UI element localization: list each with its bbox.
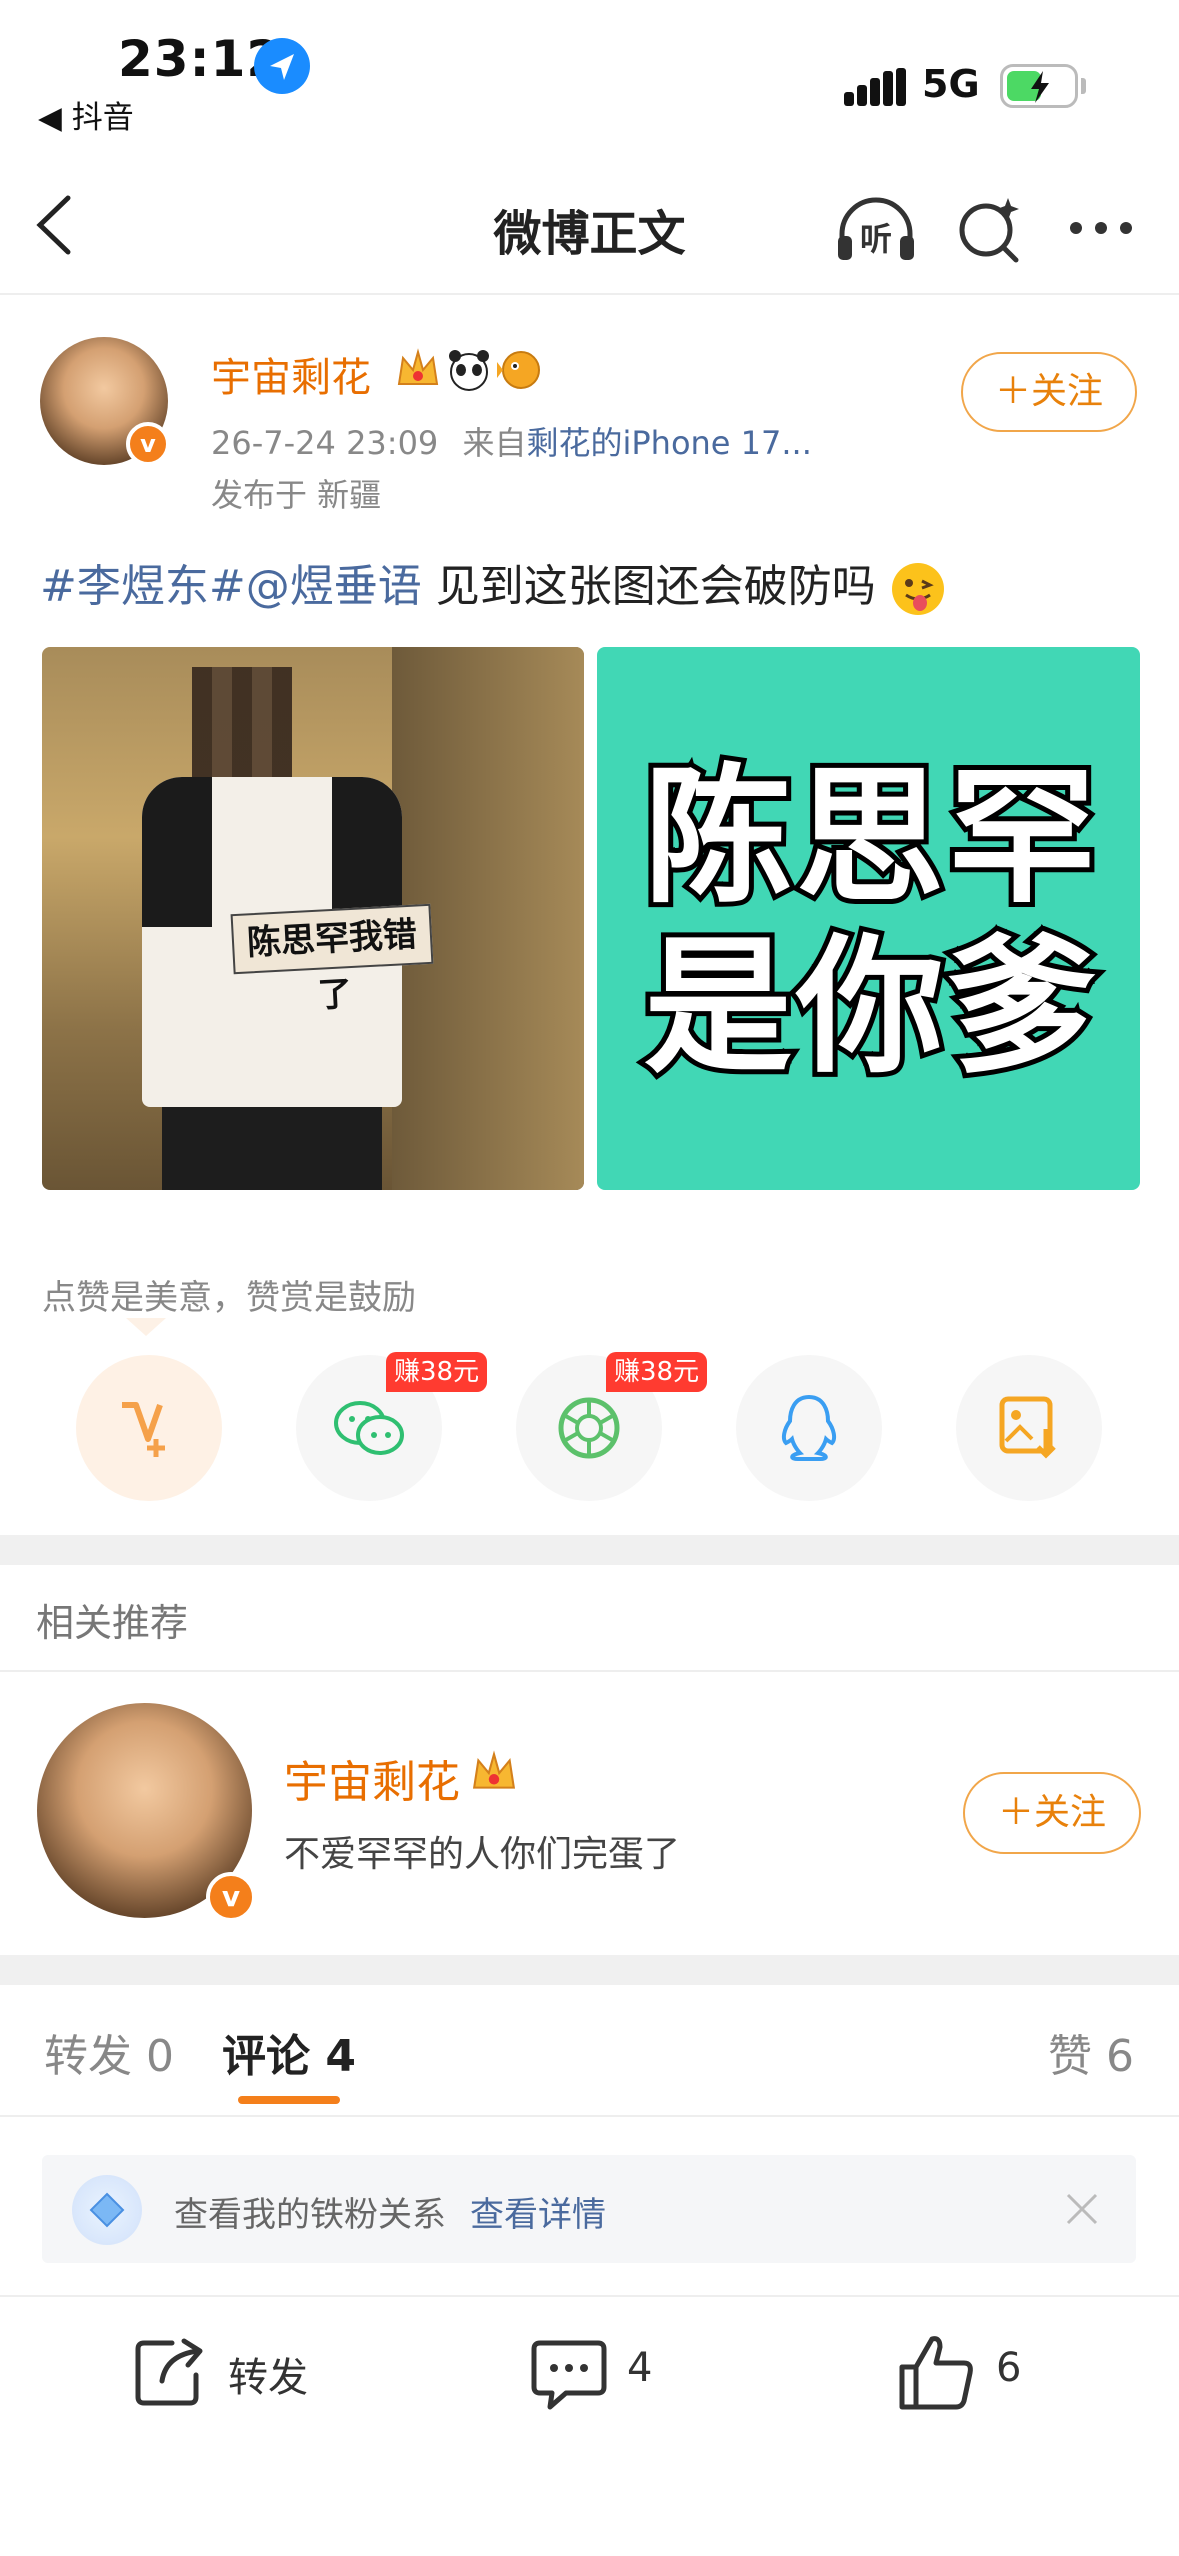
reward-button[interactable] — [76, 1355, 222, 1501]
panda-icon — [446, 348, 492, 396]
verified-badge-icon: v — [126, 422, 170, 466]
reward-prompt: 点赞是美意，赞赏是鼓励 — [42, 1278, 416, 1318]
related-follow-button[interactable]: ＋关注 — [963, 1772, 1141, 1854]
post-location: 发布于 新疆 — [211, 476, 382, 514]
share-qq-button[interactable] — [736, 1355, 882, 1501]
divider — [0, 2115, 1179, 2117]
tab-likes[interactable]: 赞 6 — [1048, 2020, 1134, 2084]
post-image-1[interactable]: 陈思罕我错了 — [42, 647, 584, 1190]
comment-icon[interactable] — [530, 2337, 608, 2415]
divider — [0, 1670, 1179, 1672]
save-image-button[interactable] — [956, 1355, 1102, 1501]
pufferfish-icon — [497, 348, 545, 396]
listen-headphone-icon[interactable]: 听 — [834, 194, 918, 264]
repost-label[interactable]: 转发 — [228, 2345, 308, 2403]
search-icon[interactable] — [956, 194, 1024, 268]
post-hashtag[interactable]: #李煜东#@煜垂语 — [40, 561, 422, 612]
section-divider — [0, 1535, 1179, 1565]
related-verified-icon: v — [206, 1872, 256, 1922]
battery-icon — [1000, 64, 1078, 108]
post-source[interactable]: 剩花的iPhone 17... — [526, 424, 811, 462]
tab-comments[interactable]: 评论 4 — [222, 2020, 356, 2084]
like-count[interactable]: 6 — [996, 2345, 1021, 2391]
section-divider — [0, 1955, 1179, 1985]
like-icon[interactable] — [898, 2333, 976, 2415]
battery-tip — [1081, 78, 1086, 94]
tongue-emoji-icon — [890, 561, 946, 617]
post-image-2[interactable]: 陈思罕 是你爹 — [597, 647, 1140, 1190]
nav-bar: 微博正文 听 — [0, 150, 1179, 295]
cellular-signal-icon — [844, 68, 906, 108]
repost-icon[interactable] — [132, 2335, 208, 2413]
close-icon[interactable] — [1064, 2191, 1100, 2231]
follow-button[interactable]: ＋关注 — [961, 352, 1137, 432]
sign-text: 陈思罕我错了 — [230, 903, 434, 1016]
earn-badge-moments: 赚38元 — [606, 1352, 708, 1392]
fan-text: 查看我的铁粉关系 — [174, 2195, 446, 2235]
bottom-action-bar: 转发 4 6 — [0, 2295, 1179, 2445]
status-bar: 23:12 ◀ 抖音 5G — [0, 0, 1179, 150]
post-body: 见到这张图还会破防吗 — [421, 561, 876, 612]
listen-label: 听 — [860, 220, 893, 258]
image-caption: 陈思罕 是你爹 — [639, 747, 1101, 1097]
related-title: 相关推荐 — [36, 1601, 189, 1645]
diamond-icon — [72, 2175, 142, 2245]
earn-badge-wechat: 赚38元 — [386, 1352, 488, 1392]
network-type: 5G — [922, 62, 980, 106]
post-timestamp: 26-7-24 23:09 — [211, 424, 439, 462]
related-name[interactable]: 宇宙剩花 — [284, 1746, 460, 1810]
source-prefix: 来自 — [462, 424, 527, 462]
more-icon[interactable] — [1068, 220, 1134, 240]
tab-indicator — [238, 2096, 340, 2104]
author-name[interactable]: 宇宙剩花 — [211, 345, 371, 403]
tab-repost[interactable]: 转发 0 — [44, 2020, 174, 2084]
related-crown-icon — [470, 1750, 518, 1800]
post-meta: 26-7-24 23:09 来自剩花的iPhone 17... — [211, 418, 812, 464]
comment-count[interactable]: 4 — [627, 2345, 652, 2391]
related-bio: 不爱罕罕的人你们完蛋了 — [284, 1834, 681, 1875]
fan-relationship-bar[interactable]: 查看我的铁粉关系 查看详情 — [42, 2155, 1136, 2263]
back-to-app-link[interactable]: ◀ 抖音 — [38, 92, 134, 137]
post-text: #李煜东#@煜垂语 见到这张图还会破防吗 — [40, 550, 946, 617]
location-arrow-icon — [254, 38, 310, 94]
fan-detail-link[interactable]: 查看详情 — [470, 2187, 606, 2236]
crown-icon — [395, 348, 441, 396]
prompt-pointer — [126, 1318, 166, 1336]
